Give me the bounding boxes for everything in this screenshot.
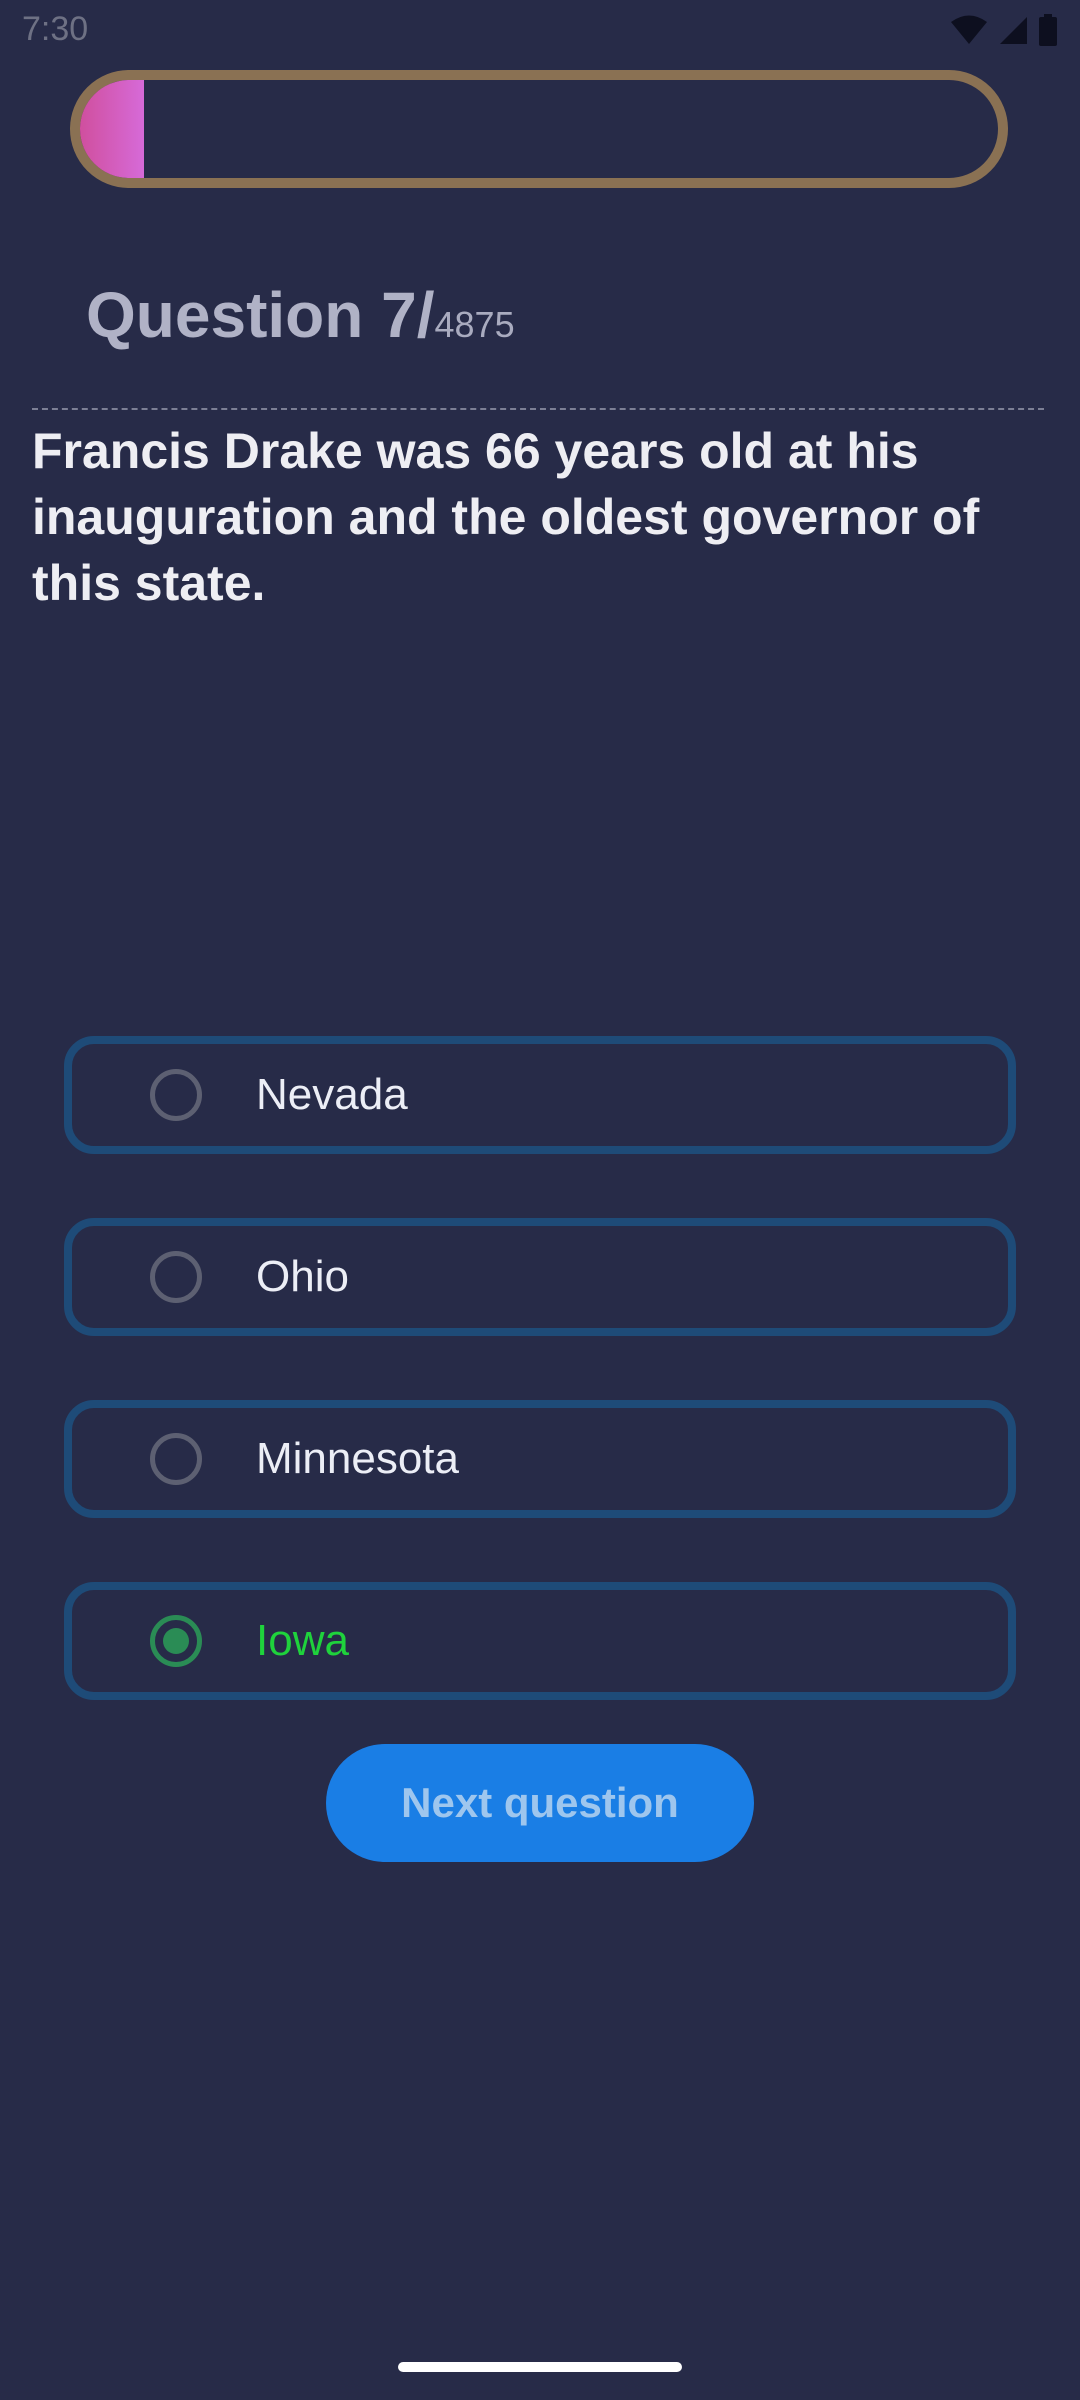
question-counter: Question 7/4875 — [86, 278, 515, 352]
home-indicator[interactable] — [398, 2362, 682, 2372]
question-counter-total: 4875 — [434, 304, 515, 345]
question-counter-current: Question 7/ — [86, 279, 435, 351]
status-time: 7:30 — [22, 10, 89, 48]
question-text: Francis Drake was 66 years old at his in… — [32, 423, 980, 611]
next-question-button[interactable]: Next question — [326, 1744, 754, 1862]
radio-button[interactable] — [150, 1069, 202, 1121]
answer-option-label: Ohio — [256, 1252, 349, 1301]
radio-button[interactable] — [150, 1251, 202, 1303]
answer-option-minnesota[interactable]: Minnesota — [64, 1400, 1016, 1518]
answer-option-ohio[interactable]: Ohio — [64, 1218, 1016, 1336]
answer-option-label: Iowa — [256, 1616, 349, 1665]
radio-button[interactable] — [150, 1615, 202, 1667]
answer-option-label: Nevada — [256, 1070, 408, 1119]
divider — [32, 408, 1044, 410]
progress-fill — [80, 80, 145, 178]
signal-icon — [1000, 17, 1027, 44]
status-bar: 7:30 — [0, 0, 1080, 64]
answer-option-nevada[interactable]: Nevada — [64, 1036, 1016, 1154]
battery-icon — [1039, 14, 1057, 46]
status-icons — [950, 14, 1058, 46]
radio-button[interactable] — [150, 1433, 202, 1485]
wifi-icon — [951, 15, 987, 44]
quiz-progress-bar — [70, 70, 1008, 188]
answer-option-iowa[interactable]: Iowa — [64, 1582, 1016, 1700]
answer-option-label: Minnesota — [256, 1434, 460, 1483]
